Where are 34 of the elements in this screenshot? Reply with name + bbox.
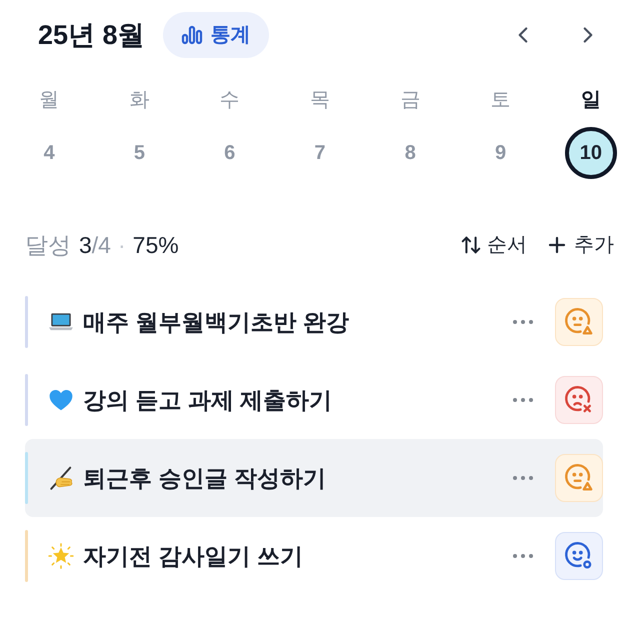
selected-row-background[interactable]: 퇴근후 승인글 작성하기 xyxy=(25,439,603,517)
bar-chart-icon xyxy=(180,25,203,45)
sort-button[interactable]: 순서 xyxy=(460,230,527,260)
weekday-label: 금 xyxy=(400,88,420,113)
sort-arrows-icon xyxy=(460,234,482,256)
weekday-label: 일 xyxy=(580,88,601,113)
glowing-star-icon xyxy=(48,543,74,569)
stats-button[interactable]: 통계 xyxy=(162,12,269,58)
task-title[interactable]: 자기전 감사일기 쓰기 xyxy=(83,538,303,574)
weekday-label: 수 xyxy=(220,88,240,113)
weekday-label: 목 xyxy=(310,88,330,113)
ellipsis-icon xyxy=(513,320,533,324)
sad-face-cross-icon[interactable] xyxy=(555,376,603,424)
task-title[interactable]: 퇴근후 승인글 작성하기 xyxy=(83,460,326,496)
separator-dot: · xyxy=(118,230,126,260)
heart-icon xyxy=(48,387,74,413)
month-title: 25년 8월 xyxy=(38,19,145,52)
total-count: /4 xyxy=(92,230,111,260)
add-button[interactable]: 추가 xyxy=(545,230,614,260)
ellipsis-icon xyxy=(513,476,533,480)
weekday-label: 토 xyxy=(490,88,511,113)
neutral-face-warning-icon[interactable] xyxy=(555,454,603,502)
date-button[interactable]: 10 xyxy=(564,127,617,179)
weekday-label: 월 xyxy=(39,88,60,113)
neutral-face-warning-icon[interactable] xyxy=(555,298,603,346)
ellipsis-icon xyxy=(513,398,533,402)
done-count: 3 xyxy=(79,230,92,260)
percent-text: 75% xyxy=(132,230,179,260)
writing-hand-icon xyxy=(48,465,74,491)
task-title[interactable]: 강의 듣고 과제 제출하기 xyxy=(83,382,332,418)
ellipsis-icon xyxy=(513,554,533,558)
task-title[interactable]: 매주 월부월백기초반 완강 xyxy=(83,304,349,340)
weekday-label: 화 xyxy=(129,88,150,113)
achievement-label: 달성 xyxy=(25,230,71,260)
